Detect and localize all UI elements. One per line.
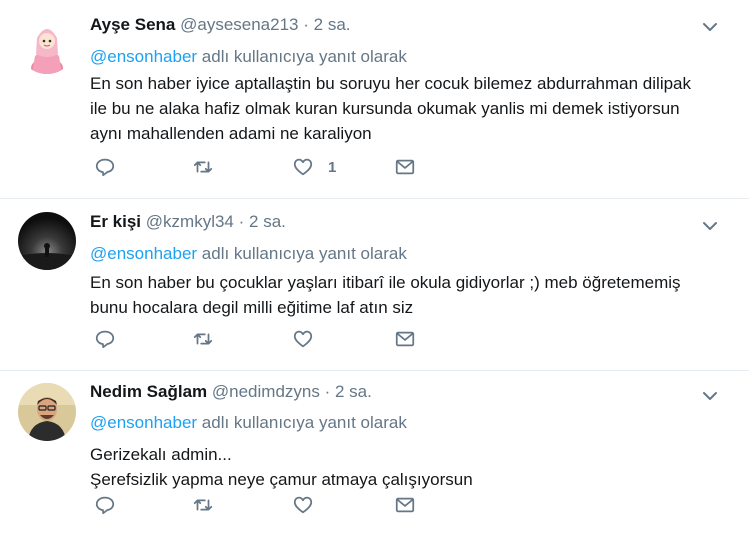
- reply-context: @ensonhaber adlı kullanıcıya yanıt olara…: [90, 46, 407, 68]
- envelope-icon: [395, 497, 415, 513]
- reply-context: @ensonhaber adlı kullanıcıya yanıt olara…: [90, 412, 407, 434]
- reply-mention-link[interactable]: @ensonhaber: [90, 47, 197, 66]
- tweet-actions: [94, 327, 434, 351]
- retweet-icon: [193, 333, 213, 345]
- direct-message-button[interactable]: [394, 493, 416, 517]
- reply-mention-link[interactable]: @ensonhaber: [90, 413, 197, 432]
- like-count: 1: [328, 158, 337, 176]
- envelope-icon: [395, 159, 415, 175]
- heart-icon: [293, 158, 313, 176]
- reply-context-label: adlı kullanıcıya yanıt olarak: [197, 244, 407, 263]
- like-button[interactable]: [292, 327, 328, 351]
- user-handle[interactable]: @nedimdzyns: [212, 382, 320, 401]
- reply-button[interactable]: [94, 155, 116, 179]
- reply-icon: [95, 496, 115, 515]
- tweet-header: Nedim Sağlam @nedimdzyns · 2 sa.: [90, 381, 372, 403]
- reply-icon: [95, 330, 115, 349]
- reply-context-label: adlı kullanıcıya yanıt olarak: [197, 413, 407, 432]
- display-name[interactable]: Nedim Sağlam: [90, 382, 207, 401]
- timestamp[interactable]: 2 sa.: [314, 15, 351, 34]
- separator-dot: ·: [303, 15, 309, 34]
- tweet-actions: [94, 493, 434, 517]
- heart-icon: [293, 496, 313, 514]
- direct-message-button[interactable]: [394, 327, 416, 351]
- chevron-down-icon[interactable]: [701, 217, 719, 235]
- tweet-header: Ayşe Sena @aysesena213 · 2 sa.: [90, 14, 351, 36]
- retweet-button[interactable]: [192, 493, 214, 517]
- tweet-text: En son haber iyice aptallaştin bu soruyu…: [90, 74, 692, 143]
- reply-mention-link[interactable]: @ensonhaber: [90, 244, 197, 263]
- display-name[interactable]: Ayşe Sena: [90, 15, 175, 34]
- reply-context: @ensonhaber adlı kullanıcıya yanıt olara…: [90, 243, 407, 265]
- timestamp[interactable]: 2 sa.: [335, 382, 372, 401]
- retweet-button[interactable]: [192, 327, 214, 351]
- direct-message-button[interactable]: [394, 155, 416, 179]
- avatar[interactable]: [18, 383, 76, 441]
- timestamp[interactable]: 2 sa.: [249, 212, 286, 231]
- user-handle[interactable]: @kzmkyl34: [146, 212, 234, 231]
- heart-icon: [293, 330, 313, 348]
- separator-dot: ·: [324, 382, 331, 401]
- like-button[interactable]: [292, 493, 328, 517]
- retweet-button[interactable]: [192, 155, 214, 179]
- tweet-header: Er kişi @kzmkyl34 · 2 sa.: [90, 211, 286, 233]
- envelope-icon: [395, 331, 415, 347]
- reply-context-label: adlı kullanıcıya yanıt olarak: [197, 47, 407, 66]
- reply-button[interactable]: [94, 327, 116, 351]
- reply-button[interactable]: [94, 493, 116, 517]
- avatar[interactable]: [18, 16, 76, 74]
- retweet-icon: [193, 161, 213, 173]
- avatar[interactable]: [18, 212, 76, 270]
- tweet[interactable]: Nedim Sağlam @nedimdzyns · 2 sa. @ensonh…: [0, 371, 749, 536]
- reply-icon: [95, 158, 115, 177]
- tweet-text: En son haber bu çocuklar yaşları itibarî…: [90, 273, 681, 317]
- user-handle[interactable]: @aysesena213: [180, 15, 298, 34]
- tweet-text: Gerizekalı admin... Şerefsizlik yapma ne…: [90, 445, 473, 489]
- tweet[interactable]: Ayşe Sena @aysesena213 · 2 sa. @ensonhab…: [0, 0, 749, 199]
- separator-dot: ·: [238, 212, 245, 231]
- reply-feed: Ayşe Sena @aysesena213 · 2 sa. @ensonhab…: [0, 0, 749, 536]
- retweet-icon: [193, 499, 213, 511]
- tweet-actions: 1: [94, 155, 434, 179]
- like-button[interactable]: 1: [292, 155, 336, 179]
- display-name[interactable]: Er kişi: [90, 212, 141, 231]
- chevron-down-icon[interactable]: [701, 387, 719, 405]
- tweet[interactable]: Er kişi @kzmkyl34 · 2 sa. @ensonhaber ad…: [0, 199, 749, 371]
- chevron-down-icon[interactable]: [701, 18, 719, 36]
